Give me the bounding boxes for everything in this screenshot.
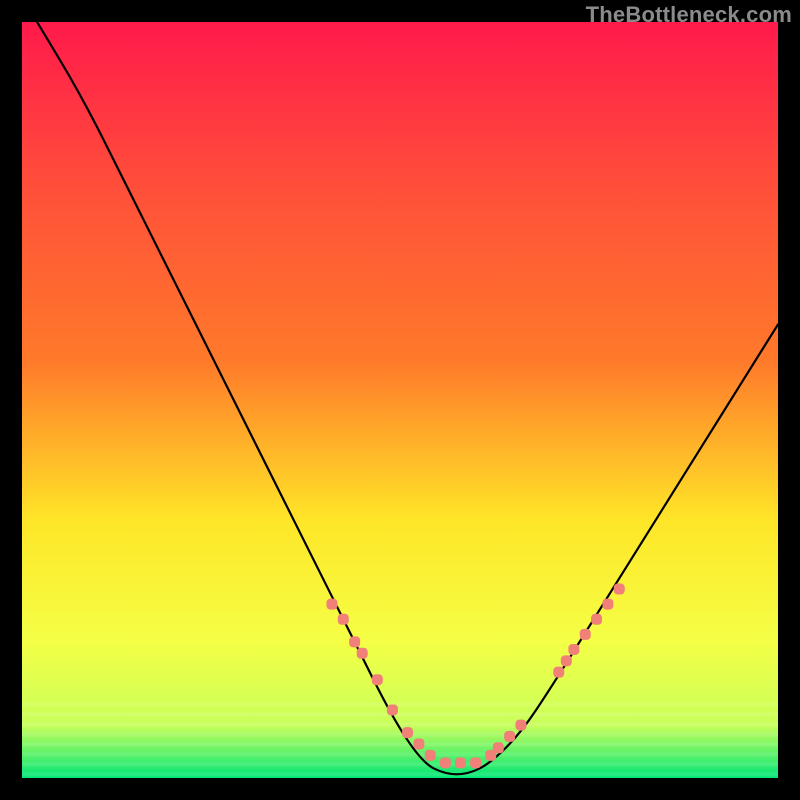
highlight-dot bbox=[425, 750, 436, 761]
accent-stripe bbox=[22, 772, 778, 776]
highlight-dot bbox=[402, 727, 413, 738]
highlight-dot bbox=[357, 648, 368, 659]
accent-stripe bbox=[22, 742, 778, 746]
chart-frame: TheBottleneck.com bbox=[0, 0, 800, 800]
accent-stripe bbox=[22, 762, 778, 766]
accent-stripe bbox=[22, 732, 778, 736]
highlight-dot bbox=[326, 599, 337, 610]
accent-stripe bbox=[22, 722, 778, 726]
highlight-dot bbox=[470, 757, 481, 768]
highlight-dot bbox=[568, 644, 579, 655]
highlight-dot bbox=[602, 599, 613, 610]
accent-stripe bbox=[22, 712, 778, 716]
highlight-dot bbox=[493, 742, 504, 753]
highlight-dot bbox=[372, 674, 383, 685]
watermark-label: TheBottleneck.com bbox=[586, 2, 792, 28]
highlight-dot bbox=[504, 731, 515, 742]
highlight-dot bbox=[387, 704, 398, 715]
highlight-dot bbox=[591, 614, 602, 625]
highlight-dot bbox=[338, 614, 349, 625]
highlight-dot bbox=[413, 738, 424, 749]
highlight-dot bbox=[553, 667, 564, 678]
highlight-dot bbox=[561, 655, 572, 666]
gradient-background bbox=[22, 22, 778, 778]
highlight-dot bbox=[440, 757, 451, 768]
chart-svg bbox=[22, 22, 778, 778]
highlight-dot bbox=[455, 757, 466, 768]
plot-area bbox=[22, 22, 778, 778]
highlight-dot bbox=[580, 629, 591, 640]
highlight-dot bbox=[349, 636, 360, 647]
accent-stripe bbox=[22, 702, 778, 706]
highlight-dot bbox=[614, 584, 625, 595]
accent-stripe bbox=[22, 752, 778, 756]
highlight-dot bbox=[515, 720, 526, 731]
